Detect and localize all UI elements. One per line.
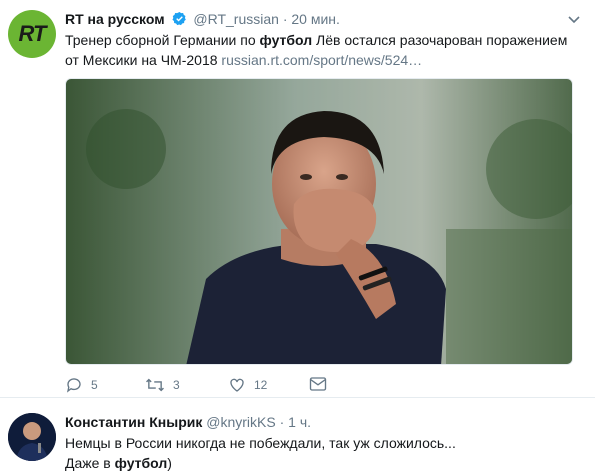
like-count: 12	[254, 378, 268, 392]
tweet-photo[interactable]	[65, 78, 573, 365]
avatar[interactable]: RT	[8, 10, 56, 58]
author-name[interactable]: RT на русском	[65, 11, 165, 27]
timestamp[interactable]: 1 ч.	[288, 414, 311, 430]
reply-line: Даже в футбол)	[65, 453, 575, 473]
envelope-icon	[309, 377, 327, 391]
reply-text-part: Даже в	[65, 455, 115, 471]
retweet-icon	[146, 378, 164, 392]
author-name[interactable]: Константин Кнырик	[65, 414, 202, 430]
tweet-link[interactable]: russian.rt.com/sport/news/524…	[221, 52, 422, 68]
reply-tweet[interactable]: Константин Кнырик @knyrikKS · 1 ч. Немцы…	[0, 399, 595, 475]
author-handle[interactable]: @RT_russian	[193, 11, 279, 27]
avatar-image	[8, 413, 56, 461]
like-action[interactable]: 12	[228, 376, 267, 394]
retweet-count: 3	[173, 378, 180, 392]
tweet-header: RT на русском @RT_russian · 20 мин.	[65, 10, 340, 28]
reply-bold-word[interactable]: футбол	[115, 455, 168, 471]
reply-text: Немцы в России никогда не побеждали, так…	[65, 433, 575, 473]
heart-icon	[230, 378, 244, 392]
reply-line: Немцы в России никогда не побеждали, так…	[65, 435, 456, 451]
avatar-logo-text: RT	[18, 21, 47, 46]
separator: ·	[282, 11, 288, 27]
reply-text-part: )	[167, 455, 172, 471]
retweet-action[interactable]: 3	[145, 376, 180, 394]
author-handle[interactable]: @knyrikKS	[206, 414, 275, 430]
coach-photo-image	[66, 79, 572, 364]
reply-count: 5	[91, 378, 98, 392]
direct-message-action[interactable]	[309, 376, 335, 392]
chevron-down-icon[interactable]	[567, 12, 581, 26]
separator: ·	[279, 414, 285, 430]
tweet-text-part: Тренер сборной Германии по	[65, 32, 260, 48]
timestamp[interactable]: 20 мин.	[291, 11, 340, 27]
avatar[interactable]	[8, 413, 56, 461]
reply-action[interactable]: 5	[65, 376, 98, 394]
reply-icon	[66, 378, 81, 393]
tweet[interactable]: RT RT на русском @RT_russian · 20 мин. Т…	[0, 0, 595, 398]
verified-badge-icon	[171, 11, 186, 26]
reply-header: Константин Кнырик @knyrikKS · 1 ч.	[65, 413, 311, 431]
tweet-hashtag-bold[interactable]: футбол	[260, 32, 313, 48]
tweet-actions: 5 3 12	[65, 376, 365, 396]
tweet-text: Тренер сборной Германии по футбол Лёв ос…	[65, 30, 585, 70]
